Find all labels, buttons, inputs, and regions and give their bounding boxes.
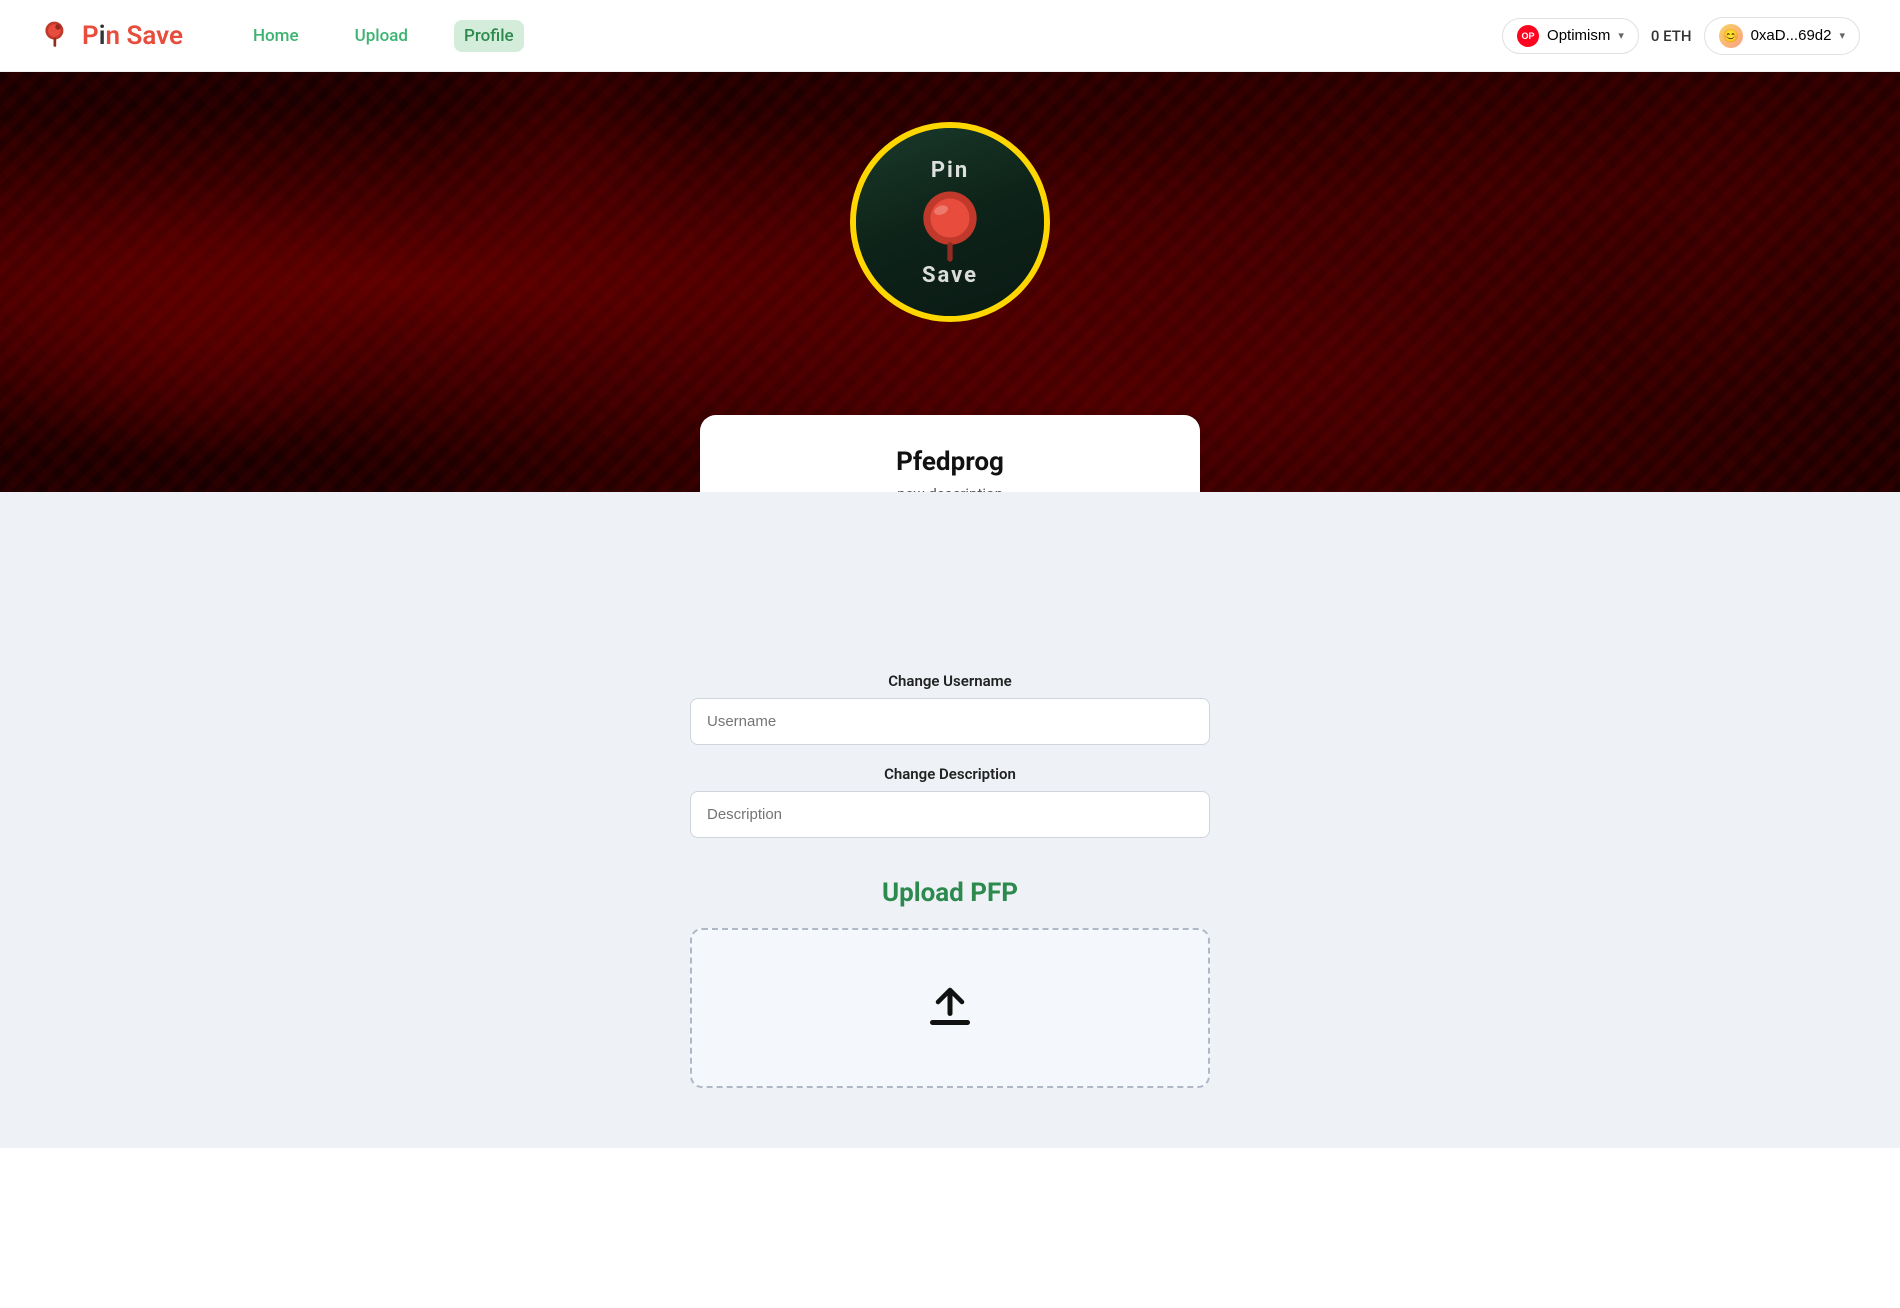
description-input[interactable] [690,791,1210,838]
edit-section: Change Username Change Description Uploa… [0,492,1900,1148]
username-form-group: Change Username [690,672,1210,745]
nav-links: Home Upload Profile [243,20,1502,52]
profile-username: Pfedprog [760,447,1140,477]
username-label: Change Username [690,672,1210,690]
avatar-save-text: Save [922,263,978,288]
profile-card: Pfedprog new description Followers: 0 Fo… [700,415,1200,492]
network-label: Optimism [1547,27,1610,44]
wallet-button[interactable]: 😊 0xaD...69d2 ▾ [1704,17,1860,55]
logo-icon [40,18,76,54]
logo[interactable]: Pin Save [40,18,183,54]
nav-home[interactable]: Home [243,20,309,52]
navbar: Pin Save Home Upload Profile OP Optimism… [0,0,1900,72]
wallet-avatar-icon: 😊 [1719,24,1743,48]
upload-pfp-title: Upload PFP [882,878,1018,908]
upload-icon [922,980,978,1036]
eth-balance: 0 ETH [1651,27,1692,45]
description-form-group: Change Description [690,765,1210,838]
wallet-chevron-icon: ▾ [1839,29,1845,42]
avatar-pin-text: Pin [931,158,969,183]
avatar-pin-icon [910,187,990,267]
profile-description: new description [760,485,1140,492]
description-label: Change Description [690,765,1210,783]
optimism-icon: OP [1517,25,1539,47]
hero-banner: Pin Save Pfedprog new description [0,72,1900,492]
profile-avatar-container: Pin Save [850,122,1050,322]
nav-profile[interactable]: Profile [454,20,524,52]
navbar-right: OP Optimism ▾ 0 ETH 😊 0xaD...69d2 ▾ [1502,17,1860,55]
network-button[interactable]: OP Optimism ▾ [1502,18,1639,54]
username-input[interactable] [690,698,1210,745]
wallet-address: 0xaD...69d2 [1751,27,1832,44]
profile-avatar-ring: Pin Save [850,122,1050,322]
network-chevron-icon: ▾ [1618,29,1624,42]
avatar-inner: Pin Save [856,128,1044,316]
nav-upload[interactable]: Upload [345,20,418,52]
upload-drop-zone[interactable] [690,928,1210,1088]
logo-text: Pin Save [82,21,183,51]
